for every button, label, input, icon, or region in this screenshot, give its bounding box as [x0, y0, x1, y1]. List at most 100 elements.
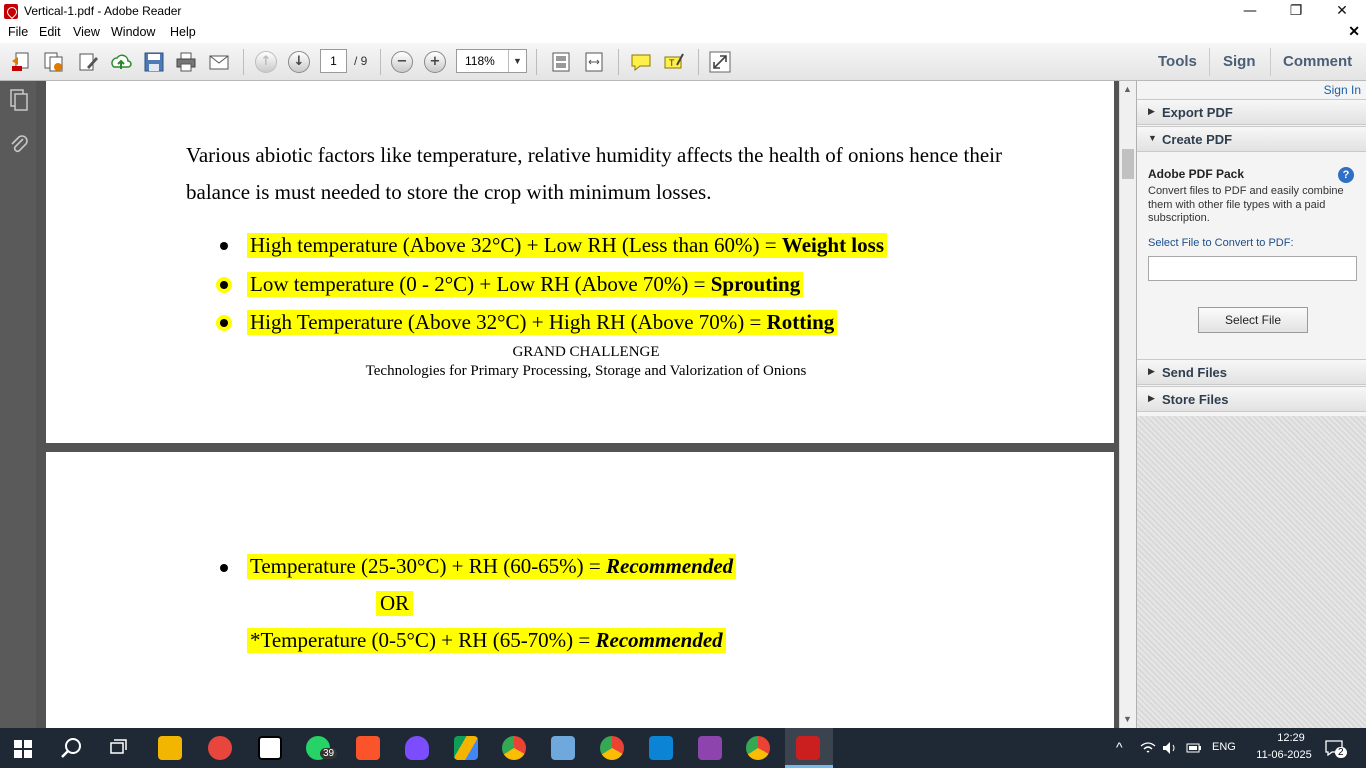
- next-page-button[interactable]: ↓: [288, 51, 310, 73]
- menu-file[interactable]: File: [8, 25, 28, 39]
- vertical-scrollbar[interactable]: ▲ ▼: [1119, 81, 1136, 728]
- page-total-label: / 9: [354, 54, 368, 68]
- export-pdf-header[interactable]: ▶ Export PDF: [1137, 99, 1366, 125]
- pdf-pack-title: Adobe PDF Pack: [1148, 167, 1245, 181]
- scroll-down-icon[interactable]: ▼: [1123, 714, 1132, 724]
- zoom-out-button[interactable]: −: [391, 51, 413, 73]
- file-explorer-icon[interactable]: [158, 736, 182, 760]
- chrome-profile-icon[interactable]: [600, 736, 624, 760]
- fullscreen-icon[interactable]: [709, 51, 731, 73]
- maximize-button[interactable]: ❐: [1273, 0, 1319, 23]
- edit-pdf-icon[interactable]: [77, 51, 99, 73]
- menu-help[interactable]: Help: [170, 25, 196, 39]
- bullet-text: High temperature (Above 32°C) + Low RH (…: [250, 233, 782, 257]
- video-editor-icon[interactable]: [698, 736, 722, 760]
- tools-pane-content: Sign In ▶ Export PDF ▼ Create PDF Adobe …: [1137, 81, 1366, 416]
- sign-pane-button[interactable]: Sign: [1223, 53, 1256, 70]
- fit-page-icon[interactable]: [550, 51, 572, 73]
- notion-icon[interactable]: [258, 736, 282, 760]
- chrome-profile-icon[interactable]: [502, 736, 526, 760]
- tools-pane: Sign In ▶ Export PDF ▼ Create PDF Adobe …: [1136, 81, 1366, 728]
- send-files-label: Send Files: [1162, 365, 1228, 380]
- clock-time[interactable]: 12:29: [1263, 732, 1319, 744]
- clock-date[interactable]: 11-06-2025: [1249, 749, 1319, 761]
- pdf-page-2: Temperature (25-30°C) + RH (60-65%) = Re…: [46, 452, 1114, 728]
- fit-width-icon[interactable]: [583, 51, 605, 73]
- bullet-result: Sprouting: [710, 272, 801, 296]
- notes-app-icon[interactable]: [551, 736, 575, 760]
- select-file-button[interactable]: Select File: [1198, 307, 1308, 333]
- document-view[interactable]: Various abiotic factors like temperature…: [36, 81, 1119, 728]
- bullet-marker: [220, 564, 228, 572]
- page-number-input[interactable]: 1: [320, 49, 347, 73]
- file-path-field[interactable]: [1148, 256, 1357, 281]
- highlight-icon[interactable]: T: [663, 51, 685, 73]
- minimize-button[interactable]: —: [1227, 0, 1273, 23]
- pane-separator: [1270, 48, 1271, 76]
- scroll-up-icon[interactable]: ▲: [1123, 84, 1132, 94]
- language-indicator[interactable]: ENG: [1212, 741, 1236, 753]
- bullet-result: Rotting: [766, 310, 835, 334]
- footer-title: GRAND CHALLENGE: [512, 344, 660, 360]
- scrollbar-thumb[interactable]: [1122, 149, 1134, 179]
- menu-view[interactable]: View: [73, 25, 100, 39]
- bullet-weight-loss: High temperature (Above 32°C) + Low RH (…: [247, 233, 887, 258]
- combine-pdf-icon[interactable]: [42, 51, 64, 73]
- windows-start-icon[interactable]: [14, 740, 32, 758]
- chevron-down-icon[interactable]: ▼: [508, 50, 526, 72]
- wifi-icon[interactable]: [1140, 741, 1156, 755]
- title-bar: Vertical-1.pdf - Adobe Reader — ❐ ✕: [0, 0, 1366, 23]
- close-button[interactable]: ✕: [1319, 0, 1365, 23]
- select-file-label: Select File to Convert to PDF:: [1148, 237, 1294, 249]
- save-icon[interactable]: [143, 51, 165, 73]
- expand-icon: ▶: [1148, 106, 1155, 116]
- bullet-text: Low temperature (0 - 2°C) + Low RH (Abov…: [250, 272, 711, 296]
- toolbar-separator: [380, 49, 381, 75]
- search-icon[interactable]: [61, 737, 83, 759]
- bullet-marker: [220, 281, 228, 289]
- upload-icon[interactable]: [110, 51, 132, 73]
- sticky-note-icon[interactable]: [630, 51, 652, 73]
- close-document-button[interactable]: ✕: [1348, 23, 1360, 40]
- obsidian-icon[interactable]: [405, 736, 429, 760]
- arduino-icon[interactable]: [649, 736, 673, 760]
- create-pdf-icon[interactable]: [10, 51, 32, 73]
- app-icon[interactable]: [208, 736, 232, 760]
- battery-icon[interactable]: [1186, 742, 1202, 754]
- attachment-icon[interactable]: [9, 133, 29, 155]
- sign-in-link[interactable]: Sign In: [1324, 83, 1361, 97]
- print-icon[interactable]: [175, 51, 197, 73]
- tray-chevron-icon[interactable]: ^: [1116, 739, 1123, 755]
- send-files-header[interactable]: ▶ Send Files: [1137, 359, 1366, 385]
- volume-icon[interactable]: [1162, 741, 1178, 755]
- menu-edit[interactable]: Edit: [39, 25, 61, 39]
- comment-pane-button[interactable]: Comment: [1283, 53, 1352, 70]
- intro-paragraph: Various abiotic factors like temperature…: [186, 143, 1002, 204]
- window-title: Vertical-1.pdf - Adobe Reader: [24, 4, 182, 18]
- zoom-in-button[interactable]: +: [424, 51, 446, 73]
- bullet-result: Recommended: [595, 628, 723, 652]
- create-pdf-header[interactable]: ▼ Create PDF: [1137, 126, 1366, 152]
- active-app-highlight: [785, 728, 833, 765]
- zoom-select[interactable]: 118% ▼: [456, 49, 527, 73]
- email-icon[interactable]: [208, 51, 230, 73]
- chrome-icon[interactable]: [746, 736, 770, 760]
- bullet-text: High Temperature (Above 32°C) + High RH …: [250, 310, 767, 334]
- task-view-icon[interactable]: [109, 738, 129, 758]
- bullet-sprouting: Low temperature (0 - 2°C) + Low RH (Abov…: [247, 272, 804, 297]
- google-drive-icon[interactable]: [454, 736, 478, 760]
- store-files-header[interactable]: ▶ Store Files: [1137, 386, 1366, 412]
- recommended-line-1: Temperature (25-30°C) + RH (60-65%) = Re…: [247, 554, 737, 579]
- recommended-line-2: *Temperature (0-5°C) + RH (65-70%) = Rec…: [247, 628, 726, 653]
- bullet-result: Recommended: [606, 554, 734, 578]
- menu-window[interactable]: Window: [111, 25, 155, 39]
- brave-browser-icon[interactable]: [356, 736, 380, 760]
- store-files-label: Store Files: [1162, 392, 1229, 407]
- help-icon[interactable]: ?: [1338, 167, 1354, 183]
- pages-panel-icon[interactable]: [9, 89, 29, 111]
- expand-icon: ▶: [1148, 393, 1155, 403]
- bullet-marker: [220, 319, 228, 327]
- previous-page-button[interactable]: ↑: [255, 51, 277, 73]
- pdf-pack-description: Convert files to PDF and easily combine …: [1148, 185, 1344, 224]
- tools-pane-button[interactable]: Tools: [1158, 53, 1197, 70]
